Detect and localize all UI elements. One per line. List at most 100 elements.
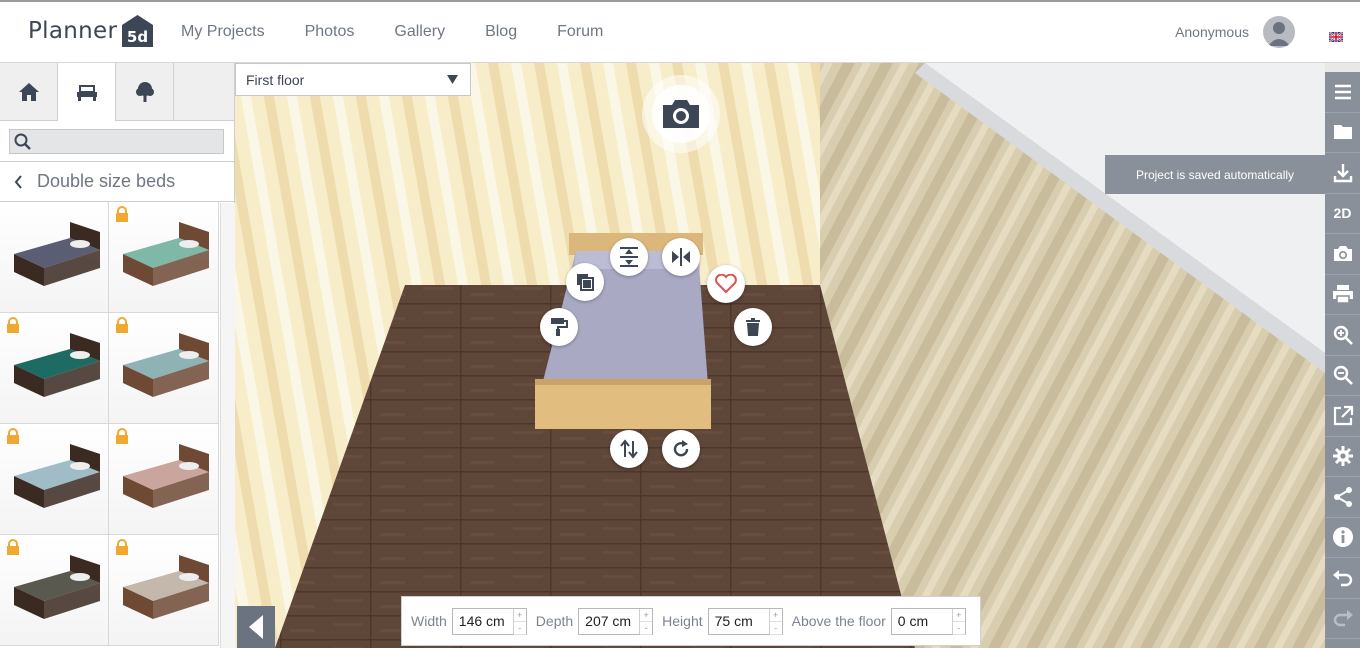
favorite-button[interactable] — [707, 265, 745, 303]
nav-photos[interactable]: Photos — [305, 23, 355, 41]
floor-selector[interactable]: First floor — [235, 63, 471, 96]
redo-button[interactable] — [1325, 599, 1360, 639]
width-label: Width — [411, 613, 447, 629]
above-floor-field: +- — [890, 607, 966, 635]
paint-button[interactable] — [540, 308, 578, 346]
trash-icon — [746, 318, 760, 336]
3d-viewport[interactable]: First floor Project is saved automatical… — [235, 63, 1325, 648]
view-2d-button[interactable]: 2D — [1325, 194, 1360, 234]
lock-icon — [7, 428, 19, 444]
search-bar — [0, 121, 234, 162]
nav-my-projects[interactable]: My Projects — [181, 23, 265, 41]
collapse-sidebar-button[interactable] — [237, 606, 275, 648]
folder-button[interactable] — [1325, 113, 1360, 153]
zoom-out-icon — [1333, 366, 1353, 386]
favorite-icon — [715, 274, 737, 294]
above-floor-label: Above the floor — [791, 613, 886, 629]
align-vertical-icon — [620, 247, 638, 267]
copy-icon — [577, 274, 594, 291]
height-label: Height — [662, 613, 703, 629]
info-button[interactable] — [1325, 518, 1360, 558]
logo-text: Planner — [28, 18, 118, 44]
dimensions-panel: Width +- Depth +- Height +- Above the fl… — [401, 596, 981, 646]
toolbar-top-strip — [1325, 63, 1360, 72]
depth-input[interactable] — [579, 608, 640, 634]
catalog-item[interactable] — [0, 202, 109, 313]
depth-stepper[interactable]: + - — [639, 608, 653, 635]
bed-thumbnail — [14, 222, 100, 286]
rotate-button[interactable] — [662, 430, 700, 468]
info-icon — [1332, 527, 1353, 548]
catalog-scrollbar[interactable] — [220, 203, 235, 648]
camera-icon — [663, 100, 699, 128]
lock-icon — [7, 317, 19, 333]
settings-button[interactable] — [1325, 437, 1360, 477]
catalog-item[interactable] — [0, 535, 109, 646]
print-button[interactable] — [1325, 275, 1360, 315]
external-link-button[interactable] — [1325, 396, 1360, 437]
nav-gallery[interactable]: Gallery — [394, 23, 445, 41]
logo-house-icon: 5d — [121, 14, 154, 48]
zoom-in-button[interactable] — [1325, 315, 1360, 356]
above-floor-input[interactable] — [891, 608, 952, 634]
lock-icon — [116, 317, 128, 333]
height-stepper[interactable]: + - — [768, 608, 782, 635]
download-icon — [1333, 163, 1352, 182]
width-stepper[interactable]: + - — [512, 608, 526, 635]
tab-furniture[interactable] — [58, 63, 116, 121]
catalog-item[interactable] — [109, 202, 219, 313]
catalog-tabs — [0, 63, 234, 121]
print-icon — [1332, 285, 1353, 304]
undo-button[interactable] — [1325, 558, 1360, 599]
user-menu[interactable]: Anonymous — [1175, 16, 1295, 48]
camera-icon — [1333, 245, 1352, 261]
item-grid — [0, 202, 234, 646]
right-toolbar: 2D — [1325, 72, 1360, 648]
copy-button[interactable] — [566, 263, 604, 301]
height-input[interactable] — [708, 608, 769, 634]
planner5d-logo[interactable]: Planner 5d — [28, 14, 154, 48]
camera-button[interactable] — [1325, 234, 1360, 275]
user-name: Anonymous — [1175, 24, 1249, 40]
category-back[interactable]: Double size beds — [0, 162, 234, 202]
flip-button[interactable] — [610, 430, 648, 468]
menu-icon — [1334, 84, 1351, 99]
share-button[interactable] — [1325, 477, 1360, 518]
logo-mark: 5d — [127, 28, 148, 46]
catalog-item[interactable] — [109, 535, 219, 646]
height-field: +- — [707, 607, 783, 635]
paint-icon — [551, 318, 568, 336]
user-avatar-icon — [1268, 22, 1290, 46]
main-nav: My Projects Photos Gallery Blog Forum — [181, 23, 643, 41]
catalog-item[interactable] — [0, 313, 109, 424]
tab-rooms[interactable] — [0, 63, 58, 121]
rotate-icon — [673, 440, 689, 457]
delete-button[interactable] — [734, 308, 772, 346]
menu-button[interactable] — [1325, 72, 1360, 113]
catalog-item[interactable] — [0, 424, 109, 535]
above-floor-stepper[interactable]: + - — [951, 608, 965, 635]
catalog-item[interactable] — [109, 313, 219, 424]
nav-blog[interactable]: Blog — [485, 23, 517, 41]
catalog-item[interactable] — [109, 424, 219, 535]
search-input[interactable] — [10, 130, 223, 153]
width-input[interactable] — [452, 608, 513, 634]
avatar[interactable] — [1263, 16, 1295, 48]
download-button[interactable] — [1325, 153, 1360, 194]
zoom-out-button[interactable] — [1325, 356, 1360, 396]
nav-forum[interactable]: Forum — [557, 23, 603, 41]
snapshot-button[interactable] — [642, 75, 720, 153]
chevron-left-icon — [14, 174, 22, 189]
autosave-toast: Project is saved automatically — [1105, 155, 1325, 194]
uk-flag-icon[interactable] — [1328, 29, 1344, 43]
lock-icon — [116, 206, 128, 222]
align-vertical-button[interactable] — [610, 238, 648, 276]
folder-icon — [1333, 125, 1352, 140]
lock-icon — [116, 428, 128, 444]
view-2d-icon: 2D — [1333, 205, 1352, 222]
depth-field: +- — [578, 607, 654, 635]
tab-exterior[interactable] — [116, 63, 174, 121]
mirror-button[interactable] — [662, 238, 700, 276]
mirror-icon — [672, 248, 690, 266]
lock-icon — [116, 539, 128, 555]
